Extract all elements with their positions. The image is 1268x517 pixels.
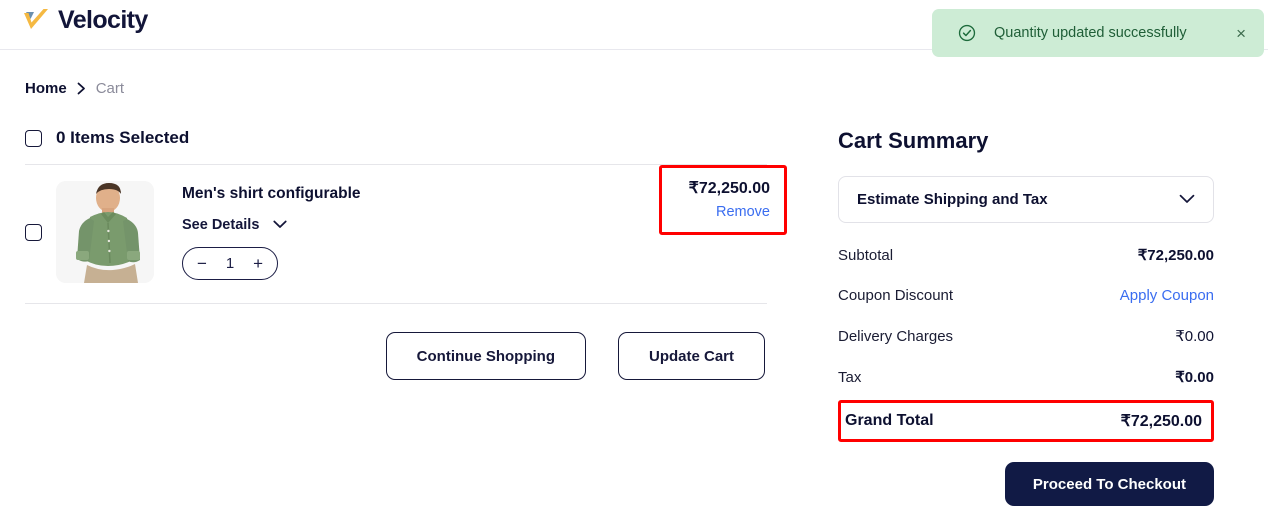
update-cart-button[interactable]: Update Cart (617, 332, 765, 380)
brand-name: Velocity (58, 5, 148, 34)
item-price-highlight: ₹72,250.00 Remove (659, 165, 787, 235)
summary-row-delivery-charges: Delivery Charges ₹0.00 (838, 327, 1214, 345)
brand-logo[interactable]: Velocity (20, 4, 148, 36)
quantity-decrease-button[interactable]: − (197, 255, 207, 272)
checkout-action: Proceed To Checkout (838, 462, 1214, 506)
summary-row-label: Tax (838, 369, 862, 386)
remove-item-link[interactable]: Remove (676, 204, 770, 220)
summary-row-tax: Tax ₹0.00 (838, 368, 1214, 386)
estimate-shipping-accordion[interactable]: Estimate Shipping and Tax (838, 176, 1214, 223)
close-icon[interactable]: × (1232, 23, 1250, 44)
check-circle-icon (958, 24, 976, 42)
proceed-to-checkout-button[interactable]: Proceed To Checkout (1004, 462, 1214, 506)
estimate-shipping-label: Estimate Shipping and Tax (857, 191, 1048, 208)
summary-row-subtotal: Subtotal ₹72,250.00 (838, 246, 1214, 264)
summary-row-value: ₹0.00 (1175, 328, 1214, 345)
summary-row-label: Delivery Charges (838, 328, 954, 345)
summary-row-label: Subtotal (838, 247, 894, 264)
item-select-checkbox[interactable] (25, 223, 42, 241)
toast-message: Quantity updated successfully (994, 25, 1187, 41)
cart-items-panel: 0 Items Selected Men's shirt configurabl… (25, 128, 787, 380)
continue-shopping-button[interactable]: Continue Shopping (385, 332, 586, 380)
cart-item-row: Men's shirt configurable See Details − 1… (25, 165, 787, 304)
quantity-value[interactable]: 1 (226, 255, 234, 272)
chevron-down-icon (1179, 191, 1195, 209)
item-price: ₹72,250.00 (688, 180, 770, 197)
quantity-stepper: − 1 + (182, 246, 278, 280)
velocity-check-logo-icon (20, 4, 52, 36)
summary-row-label: Coupon Discount (838, 287, 954, 304)
summary-row-value: ₹0.00 (1175, 369, 1214, 386)
cart-actions: Continue Shopping Update Cart (25, 332, 767, 380)
breadcrumb-current: Cart (95, 80, 125, 97)
breadcrumb-home-link[interactable]: Home (25, 80, 67, 97)
select-all-row: 0 Items Selected (25, 128, 767, 165)
breadcrumb: Home Cart (25, 80, 124, 97)
summary-row-value: ₹72,250.00 (1137, 247, 1214, 264)
select-all-checkbox[interactable] (25, 129, 42, 147)
cart-summary-title: Cart Summary (838, 128, 989, 153)
cart-summary-panel: Cart Summary Estimate Shipping and Tax S… (838, 128, 1214, 506)
summary-row-coupon-discount: Coupon Discount Apply Coupon (838, 287, 1214, 304)
product-thumbnail[interactable] (56, 181, 154, 283)
success-toast: Quantity updated successfully × (932, 9, 1264, 57)
quantity-increase-button[interactable]: + (253, 255, 263, 272)
grand-total-value: ₹72,250.00 (1120, 413, 1202, 430)
see-details-toggle[interactable]: See Details (182, 217, 287, 233)
apply-coupon-link[interactable]: Apply Coupon (1120, 287, 1214, 304)
items-selected-label: 0 Items Selected (56, 128, 190, 147)
chevron-down-icon (273, 217, 287, 233)
grand-total-highlight: Grand Total ₹72,250.00 (838, 400, 1214, 442)
see-details-label: See Details (182, 216, 260, 233)
chevron-right-icon (77, 82, 86, 95)
grand-total-label: Grand Total (845, 412, 934, 429)
